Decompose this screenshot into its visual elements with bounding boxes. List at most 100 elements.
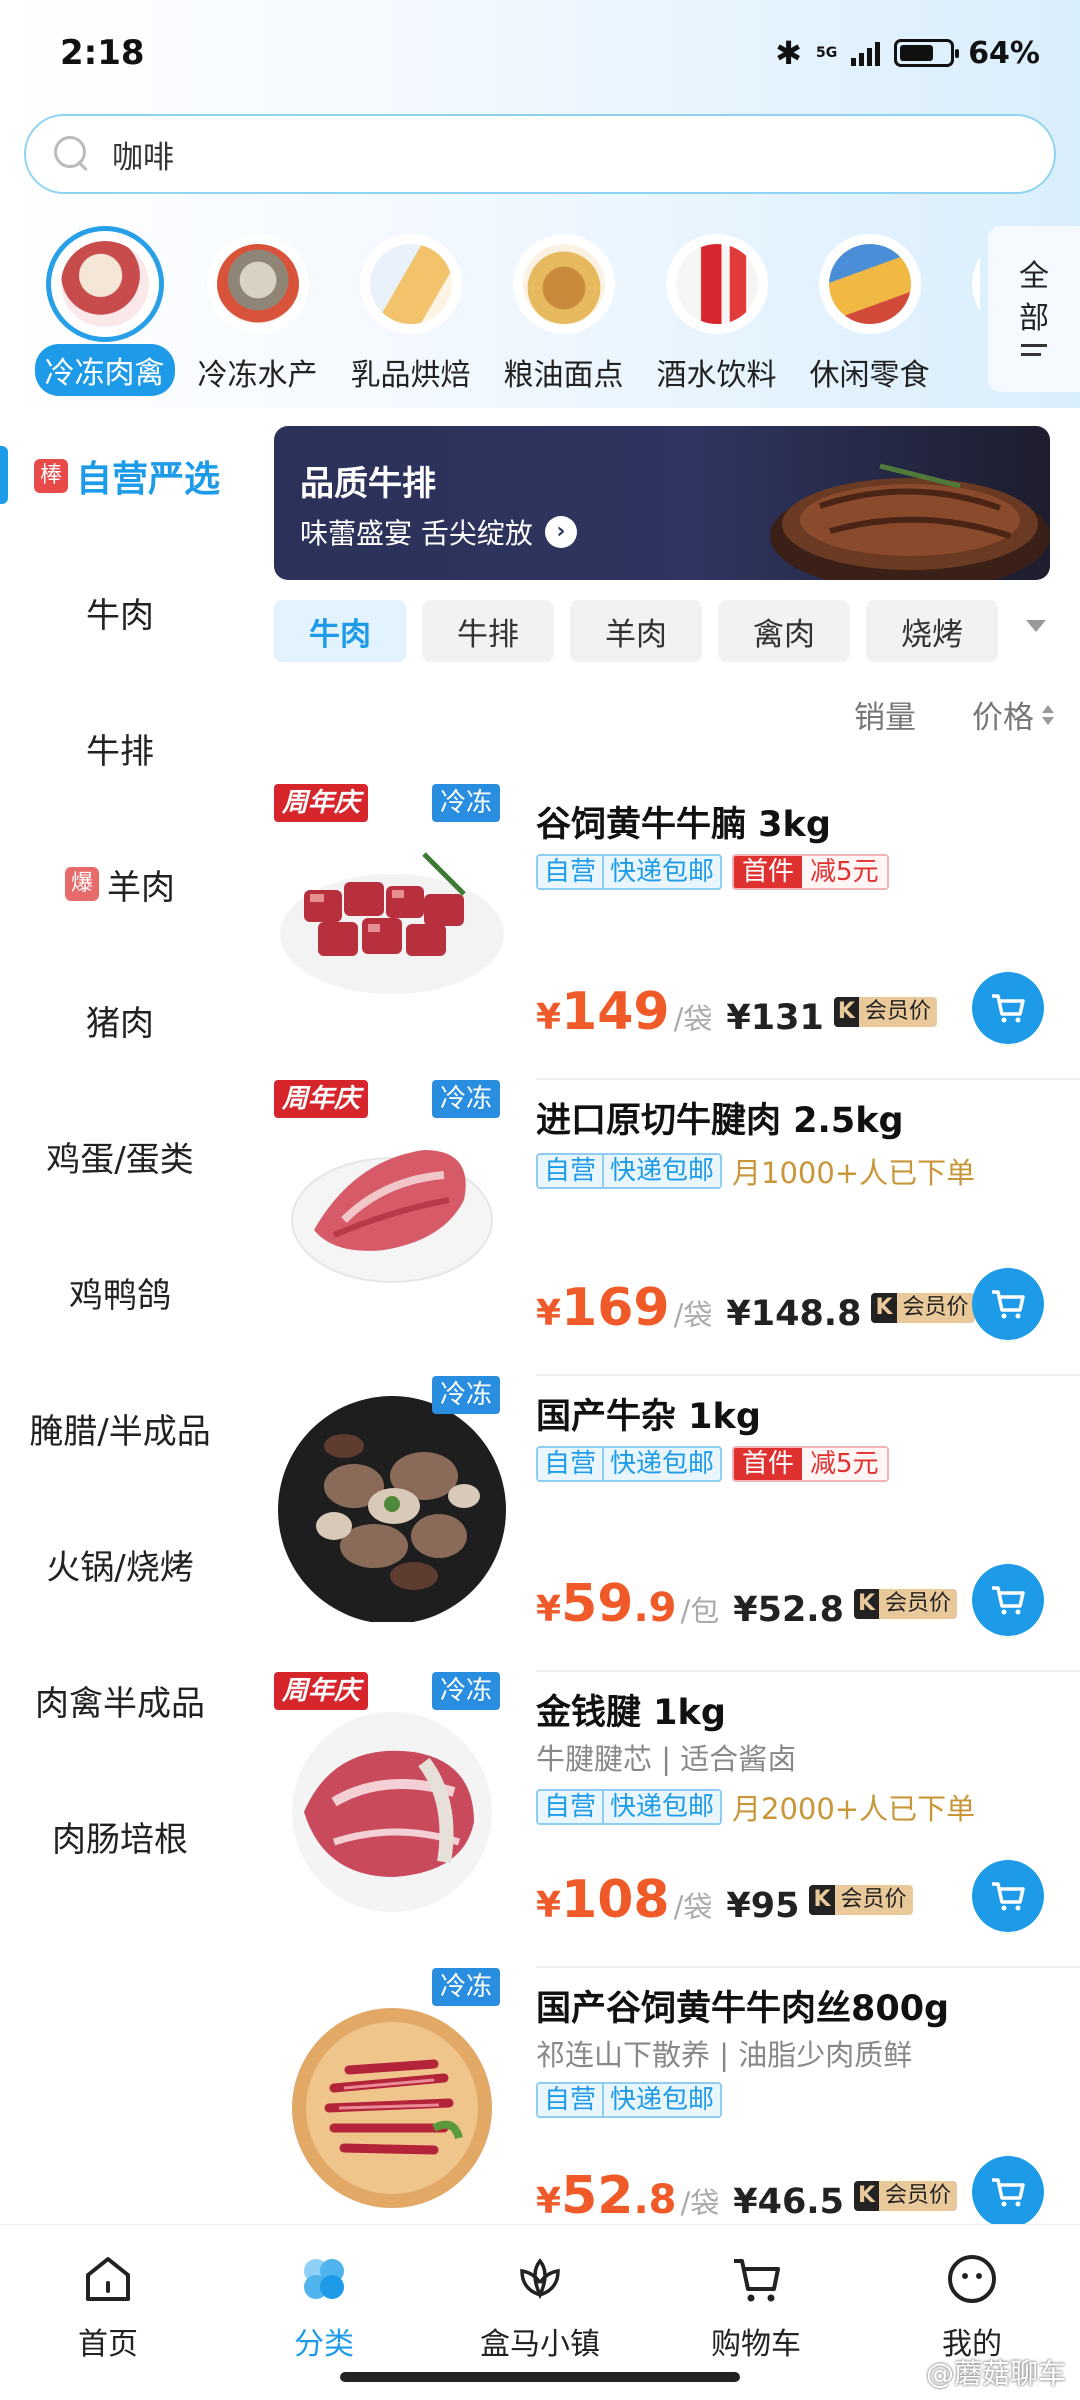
arrow-right-icon: › (544, 516, 577, 548)
sidebar-item-cured[interactable]: 腌腊/半成品 (0, 1360, 240, 1496)
menu-lines-icon (1021, 344, 1047, 362)
category-image (206, 234, 309, 334)
category-baby[interactable]: 婴 (946, 226, 980, 396)
chip-poultry[interactable]: 禽肉 (718, 600, 850, 662)
cart-icon (992, 1882, 1025, 1911)
currency-symbol: ¥ (536, 2181, 562, 2222)
anniversary-badge: 周年庆 (274, 784, 369, 822)
member-label: 会员价 (885, 2183, 952, 2208)
add-to-cart-button[interactable] (972, 1860, 1044, 1932)
tab-home[interactable]: 首页 (0, 2225, 216, 2400)
sidebar-item-self-select[interactable]: 棒 自营严选 (0, 408, 240, 544)
product-card[interactable]: 周年庆 冷冻 金钱腱 1kg 牛腱腱芯 | 适合酱卤 自营 快递包邮 月2000+… (274, 1672, 1080, 1968)
product-image (291, 1150, 493, 1283)
sidebar-item-poultry[interactable]: 鸡鸭鸽 (0, 1224, 240, 1360)
sidebar-item-label: 猪肉 (86, 1003, 154, 1044)
battery-icon (894, 39, 960, 67)
chip-beef[interactable]: 牛肉 (274, 600, 406, 662)
price: 108 (561, 1870, 670, 1930)
category-snacks[interactable]: 休闲零食 (793, 226, 946, 396)
price: 169 (561, 1278, 670, 1338)
chevron-down-icon[interactable] (1026, 620, 1046, 632)
price: 52 (561, 2166, 634, 2226)
sidebar-item-label: 肉肠培根 (52, 1819, 188, 1860)
product-card[interactable]: 冷冻 国产牛杂 1kg 自营 快递包邮 首件 减5元 ¥59.9/包 ¥52.8 K… (274, 1376, 1080, 1672)
sort-price-label: 价格 (972, 700, 1034, 736)
product-name: 进口原切牛腱肉 2.5kg (536, 1101, 904, 1141)
chip-bbq[interactable]: 烧烤 (866, 600, 998, 662)
sort-price[interactable]: 价格 (972, 692, 1054, 737)
sort-bar: 销量 价格 (854, 692, 1054, 737)
product-card[interactable]: 周年庆 冷冻 谷饲黄牛牛腩 3kg 自营 快递包邮 首件 减5元 ¥149/袋 ¥1… (274, 784, 1080, 1080)
monthly-orders: 月1000+人已下单 (732, 1156, 976, 1190)
category-drinks[interactable]: 酒水饮料 (640, 226, 793, 396)
cart-icon (992, 1290, 1025, 1319)
anniversary-badge: 周年庆 (274, 1672, 369, 1710)
add-to-cart-button[interactable] (972, 1268, 1044, 1340)
all-categories-button[interactable]: 全 部 (988, 226, 1080, 392)
sidebar-item-label: 自营严选 (76, 459, 221, 500)
sidebar-item-pork[interactable]: 猪肉 (0, 952, 240, 1088)
member-price: ¥46.5 (733, 2182, 844, 2222)
sort-sales[interactable]: 销量 (854, 692, 916, 737)
member-logo: K (833, 997, 859, 1027)
sidebar-item-beef[interactable]: 牛肉 (0, 544, 240, 680)
category-image (359, 234, 462, 334)
product-name: 谷饲黄牛牛腩 3kg (536, 805, 831, 845)
add-to-cart-button[interactable] (972, 1564, 1044, 1636)
price-unit: /袋 (673, 1002, 713, 1036)
cart-icon (992, 994, 1025, 1023)
sidebar-item-steak[interactable]: 牛排 (0, 680, 240, 816)
price-row: ¥52.8/袋 ¥46.5 K 会员价 (536, 2166, 958, 2226)
add-to-cart-button[interactable] (972, 972, 1044, 1044)
frozen-badge: 冷冻 (432, 1376, 501, 1414)
sidebar-item-hotpot[interactable]: 火锅/烧烤 (0, 1496, 240, 1632)
banner-subtitle-text: 味蕾盛宴 舌尖绽放 (300, 517, 533, 550)
frozen-badge: 冷冻 (432, 1080, 501, 1118)
product-card[interactable]: 冷冻 国产谷饲黄牛牛肉丝800g 祁连山下散养 | 油脂少肉质鲜 自营 快递包邮 … (274, 1968, 1080, 2264)
member-label: 会员价 (885, 1591, 952, 1616)
currency-symbol: ¥ (536, 1293, 562, 1334)
category-image (512, 234, 615, 334)
sidebar-item-eggs[interactable]: 鸡蛋/蛋类 (0, 1088, 240, 1224)
tab-label: 分类 (294, 2327, 354, 2362)
monthly-orders: 月2000+人已下单 (732, 1792, 976, 1826)
category-label: 粮油面点 (503, 358, 624, 393)
price-unit: /包 (680, 1594, 720, 1628)
tab-label: 购物车 (711, 2327, 801, 2362)
search-input[interactable]: 咖啡 (24, 114, 1056, 194)
product-tags: 自营 快递包邮 月1000+人已下单 (536, 1150, 975, 1192)
category-frozen-meat[interactable]: 冷冻肉禽 (28, 226, 181, 396)
self-operated-tag: 自营 (538, 1791, 603, 1823)
add-to-cart-button[interactable] (972, 2156, 1044, 2228)
category-dairy-bakery[interactable]: 乳品烘焙 (334, 226, 487, 396)
price-unit: /袋 (680, 2186, 720, 2220)
sidebar-item-sausage[interactable]: 肉肠培根 (0, 1768, 240, 1904)
promo-banner[interactable]: 品质牛排 味蕾盛宴 舌尖绽放 › (274, 426, 1050, 580)
product-panel: 品质牛排 味蕾盛宴 舌尖绽放 › 牛肉 牛排 羊肉 禽肉 烧烤 销量 价格 周年庆… (240, 408, 1080, 2228)
chip-lamb[interactable]: 羊肉 (570, 600, 702, 662)
sidebar-item-label: 火锅/烧烤 (46, 1547, 194, 1588)
category-image (971, 234, 980, 334)
category-frozen-seafood[interactable]: 冷冻水产 (181, 226, 334, 396)
home-indicator[interactable] (340, 2372, 740, 2382)
shopping-cart-icon (734, 2259, 780, 2302)
chip-steak[interactable]: 牛排 (422, 600, 554, 662)
member-logo: K (853, 1589, 880, 1619)
product-tags: 自营 快递包邮 首件 减5元 (536, 854, 889, 890)
promo-tag: 首件 (734, 856, 803, 888)
category-grain-oil[interactable]: 粮油面点 (487, 226, 640, 396)
self-operated-tag: 自营 (538, 2084, 603, 2116)
sidebar-item-label: 肉禽半成品 (35, 1683, 205, 1724)
free-shipping-tag: 快递包邮 (602, 1155, 721, 1187)
currency-symbol: ¥ (536, 1885, 562, 1926)
category-image (45, 226, 164, 342)
product-name: 国产谷饲黄牛牛肉丝800g (536, 1989, 950, 2029)
status-time: 2:18 (60, 33, 145, 73)
sidebar-item-label: 腌腊/半成品 (29, 1411, 211, 1452)
sidebar-item-lamb[interactable]: 爆羊肉 (0, 816, 240, 952)
product-card[interactable]: 周年庆 冷冻 进口原切牛腱肉 2.5kg 自营 快递包邮 月1000+人已下单 ¥… (274, 1080, 1080, 1376)
product-tags: 自营 快递包邮 首件 减5元 (536, 1446, 889, 1482)
sort-arrows-icon (1042, 704, 1054, 725)
sidebar-item-semi-finished[interactable]: 肉禽半成品 (0, 1632, 240, 1768)
